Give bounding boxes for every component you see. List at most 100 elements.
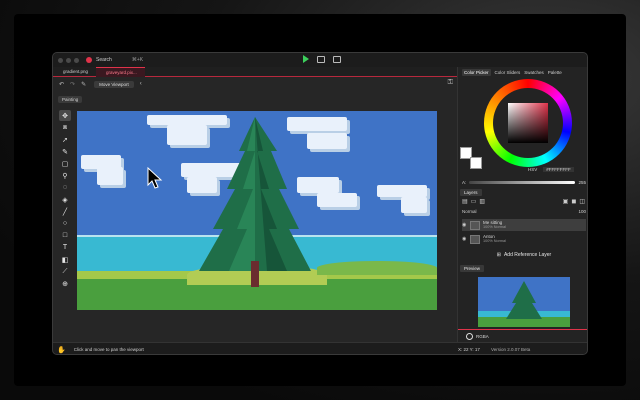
tree-trunk: [251, 261, 259, 287]
layer-thumbnail: [470, 234, 480, 244]
minimize-dot[interactable]: [66, 57, 71, 63]
undo-icon[interactable]: ↶: [59, 81, 64, 88]
fill-icon[interactable]: ◈: [59, 194, 71, 205]
alpha-label: A:: [462, 179, 467, 185]
eye-icon[interactable]: ◉: [462, 236, 470, 242]
move-viewport-button[interactable]: Move Viewport: [94, 80, 134, 88]
alpha-row: A: 255: [462, 179, 586, 185]
chevron-left-icon[interactable]: ‹: [140, 81, 142, 87]
version-label: Version 2.0.07 Beta: [491, 347, 531, 352]
export-icon[interactable]: [317, 55, 325, 63]
rgba-mode-label[interactable]: RGBA: [476, 334, 489, 339]
eraser-icon[interactable]: ◧: [59, 254, 71, 265]
tab-graveyard[interactable]: graveyard.pix...: [96, 67, 145, 77]
lasso-icon[interactable]: ◌: [59, 182, 71, 193]
zoom-dot[interactable]: [74, 57, 79, 63]
search-shortcut: ⌘+K: [131, 57, 144, 63]
app-logo-icon: [86, 57, 92, 63]
color-mode-select[interactable]: HSV: [528, 167, 537, 172]
tab-color-picker[interactable]: Color Picker: [462, 68, 491, 76]
delete-layer-icon[interactable]: ▥: [479, 198, 485, 205]
edit-icon[interactable]: ✎: [81, 81, 86, 88]
eye-icon[interactable]: ◉: [462, 222, 470, 228]
title-bar: Search ⌘+K: [53, 53, 587, 67]
tab-label: gradient.png: [63, 69, 89, 74]
search-label[interactable]: Search: [96, 57, 112, 63]
opacity-value[interactable]: 100: [578, 209, 586, 214]
duplicate-icon[interactable]: ◫: [579, 198, 585, 205]
layer-text: Me sitting 100% Normal: [483, 220, 506, 230]
pixel-canvas[interactable]: [77, 111, 437, 310]
status-bar: ✋ Click and move to pan the viewport X: …: [53, 342, 587, 354]
text-icon[interactable]: T: [59, 242, 71, 253]
close-dot[interactable]: [58, 57, 63, 63]
lock-icon[interactable]: ▣: [563, 198, 569, 205]
pointer-tool-icon[interactable]: ➚: [59, 134, 71, 145]
desktop-background: Search ⌘+K gradient.png graveyard.pix...…: [0, 0, 640, 400]
move-tool-icon[interactable]: ✥: [59, 110, 71, 121]
app-window: Search ⌘+K gradient.png graveyard.pix...…: [52, 52, 588, 355]
preview-tree: [506, 281, 542, 319]
color-mode-icon[interactable]: [466, 333, 473, 340]
folder-icon[interactable]: ▭: [471, 198, 477, 205]
zoom-icon[interactable]: ⊕: [59, 278, 71, 289]
key-icon[interactable]: ⚿: [448, 79, 453, 87]
tab-palette[interactable]: Palette: [548, 70, 562, 75]
rectangle-icon[interactable]: □: [59, 230, 71, 241]
tab-color-sliders[interactable]: Color Sliders: [495, 70, 521, 75]
add-reference-label: Add Reference Layer: [503, 252, 552, 258]
color-mode-row: HSV #FFFFFFFF: [528, 167, 574, 172]
layer-sub: 100% Normal: [483, 239, 507, 243]
toolbar: ↶ ↷ ✎ Move Viewport ‹ ⚿: [53, 78, 457, 90]
painting-mode-badge[interactable]: Painting: [58, 96, 83, 103]
layer-text: Anton 100% Normal: [483, 234, 506, 244]
redo-icon[interactable]: ↷: [70, 81, 75, 88]
document-tabs: gradient.png graveyard.pix...: [53, 67, 457, 77]
add-reference-icon: ⊞: [496, 252, 501, 258]
tab-swatches[interactable]: Swatches: [524, 70, 544, 75]
tab-gradient[interactable]: gradient.png: [53, 67, 96, 77]
saturation-value-square[interactable]: [508, 103, 548, 143]
new-layer-icon[interactable]: ▤: [462, 198, 468, 205]
eyedropper-icon[interactable]: ⟋: [59, 266, 71, 277]
tab-label: graveyard.pix...: [106, 70, 137, 75]
preview-thumbnail: [478, 277, 570, 327]
window-controls[interactable]: [58, 57, 79, 63]
magic-wand-icon[interactable]: ⚲: [59, 170, 71, 181]
tool-strip: ✥ ⧈ ➚ ✎ ▢ ⚲ ◌ ◈ ╱ ○ □ T ◧ ⟋ ⊕: [59, 110, 71, 289]
blend-row: Normal 100: [462, 209, 586, 214]
link-icon[interactable]: [333, 55, 341, 63]
layers-header[interactable]: Layers: [460, 189, 482, 196]
timeline-marker: [458, 329, 587, 330]
crop-tool-icon[interactable]: ⧈: [59, 122, 71, 133]
alpha-value[interactable]: 255: [578, 180, 586, 185]
rgba-row: RGBA: [462, 333, 586, 340]
add-reference-layer-button[interactable]: ⊞ Add Reference Layer: [462, 250, 586, 260]
status-message: Click and move to pan the viewport: [73, 347, 144, 352]
layer-actions-right: ▣ ◼ ◫: [563, 198, 585, 205]
preview-header[interactable]: Preview: [460, 265, 485, 272]
secondary-color-swatch[interactable]: [470, 157, 482, 169]
pencil-tool-icon[interactable]: ✎: [59, 146, 71, 157]
titlebar-actions: [303, 55, 341, 63]
color-tabs: Color Picker Color Sliders Swatches Pale…: [458, 67, 587, 77]
layer-actions-left: ▤ ▭ ▥: [462, 198, 485, 205]
hue-wheel-inner: [493, 88, 563, 158]
layer-sub: 100% Normal: [483, 225, 507, 229]
ellipse-icon[interactable]: ○: [59, 218, 71, 229]
hex-input[interactable]: #FFFFFFFF: [543, 167, 574, 172]
layer-row-anton[interactable]: ◉ Anton 100% Normal: [462, 233, 586, 245]
cursor-coordinates: X: 22 Y: 17: [458, 347, 480, 352]
layer-thumbnail: [470, 220, 480, 230]
alpha-slider[interactable]: [469, 180, 576, 184]
hand-icon: ✋: [57, 346, 66, 354]
hue-wheel[interactable]: [484, 79, 572, 167]
line-icon[interactable]: ╱: [59, 206, 71, 217]
right-panel: Color Picker Color Sliders Swatches Pale…: [457, 67, 587, 342]
layer-row-me-sitting[interactable]: ◉ Me sitting 100% Normal: [462, 219, 586, 231]
arrow-cursor-icon: [147, 167, 163, 189]
rectangle-select-icon[interactable]: ▢: [59, 158, 71, 169]
mask-icon[interactable]: ◼: [571, 198, 576, 205]
play-icon[interactable]: [303, 55, 309, 63]
blend-mode-select[interactable]: Normal: [462, 209, 477, 214]
